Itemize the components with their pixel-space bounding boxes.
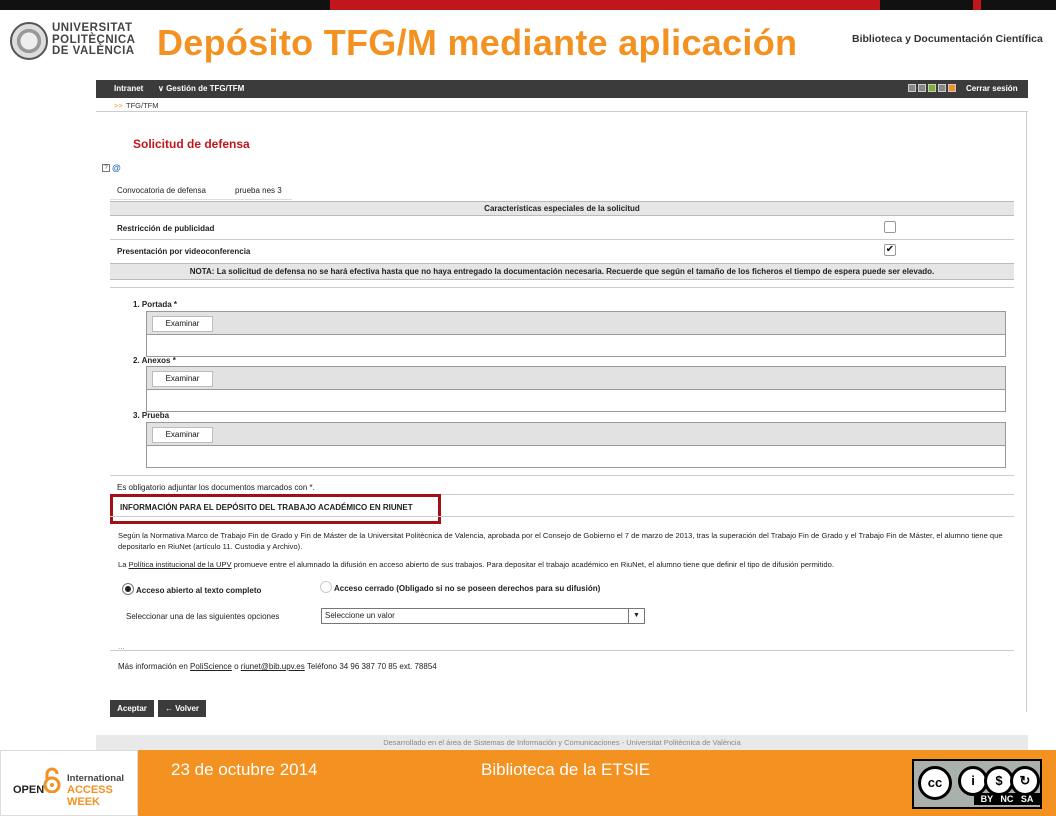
divider [110,650,1014,651]
breadcrumb-item[interactable]: TFG/TFM [126,101,159,110]
divider [110,516,1014,517]
convocatoria-label: Convocatoria de defensa [117,186,206,195]
help-icons: ? @ [102,164,121,173]
toolbar-icon[interactable] [928,84,936,92]
obligatorio-note: Es obligatorio adjuntar los documentos m… [117,483,315,492]
oa-text-line2: ACCESS WEEK [67,784,113,808]
breadcrumb-arrow-icon: >> [114,101,123,110]
open-access-week-logo: OPEN International ACCESS WEEK [0,750,138,816]
more-info: Más información en PoliScience o riunet@… [118,662,437,671]
radio-acceso-abierto-label: Acceso abierto al texto completo [136,586,262,595]
file-label-portada: 1. Portada * [133,300,178,309]
examinar-button[interactable]: Examinar [152,316,213,332]
university-line: DE VALÈNCIA [52,45,135,57]
toolbar-icon[interactable] [938,84,946,92]
top-decor-bar [0,0,1056,10]
riunet-section-title: INFORMACIÓN PARA EL DEPÓSITO DEL TRABAJO… [120,503,413,512]
upv-seal-icon [10,22,48,60]
radio-acceso-cerrado[interactable] [320,581,332,593]
radio-acceso-abierto[interactable] [122,583,134,595]
slide-header: UNIVERSITAT POLITÈCNICA DE VALÈNCIA Depó… [0,10,1056,70]
library-name: Biblioteca de la ETSIE [481,760,651,779]
poliscience-link[interactable]: PoliScience [190,662,232,671]
politica-link[interactable]: Política institucional de la UPV [129,560,232,569]
divider [110,239,1014,240]
scrollbar[interactable] [1026,112,1027,712]
department-name: Biblioteca y Documentación Científica [852,33,1043,45]
nota-banner: NOTA: La solicitud de defensa no se hará… [110,263,1014,280]
app-window: Intranet ∨ Gestión de TFG/TFM Cerrar ses… [96,80,1028,750]
oa-open-text: OPEN [13,784,45,796]
breadcrumb: >> TFG/TFM [96,98,1028,112]
event-date: 23 de octubre 2014 [171,760,318,779]
divider [110,475,1014,476]
nav-gestion-menu[interactable]: ∨ Gestión de TFG/TFM [158,84,244,93]
sa-icon: ↻ [1010,766,1040,796]
oa-text-line1: International [67,773,125,784]
file-name-field[interactable] [146,335,1006,357]
logout-link[interactable]: Cerrar sesión [966,84,1018,93]
difusion-select[interactable]: Seleccione un valor ▼ [321,608,645,624]
open-lock-icon [43,767,61,793]
back-button[interactable]: ← Volver [158,700,206,717]
riunet-paragraph: Según la Normativa Marco de Trabajo Fin … [118,531,1003,551]
email-icon[interactable]: @ [112,164,121,173]
riunet-policy-paragraph: La Política institucional de la UPV prom… [118,560,834,569]
cc-icon: cc [918,766,952,800]
cc-license-label: BY NC SA [974,793,1040,805]
university-line: UNIVERSITAT [52,22,133,34]
cc-license-badge: cc i $ ↻ BY NC SA [912,759,1042,809]
file-name-field[interactable] [146,390,1006,412]
file-name-field[interactable] [146,446,1006,468]
divider [110,287,1014,288]
help-icon[interactable]: ? [102,164,110,172]
toolbar-icon[interactable] [918,84,926,92]
slide-title: Depósito TFG/M mediante aplicación [157,22,798,63]
file-label-prueba: 3. Prueba [133,411,170,420]
convocatoria-value: prueba nes 3 [235,186,282,195]
nav-icon-group [908,84,956,92]
chevron-down-icon[interactable]: ▼ [628,609,644,623]
videoconf-checkbox[interactable]: ✔ [884,244,896,256]
upv-logo: UNIVERSITAT POLITÈCNICA DE VALÈNCIA [10,22,135,64]
restriccion-label: Restricción de publicidad [117,224,215,233]
examinar-button[interactable]: Examinar [152,371,213,387]
file-label-anexos: 2. Anexos * [133,356,176,365]
videoconf-label: Presentación por videoconferencia [117,247,251,256]
caracteristicas-header: Características especiales de la solicit… [110,201,1014,216]
nav-intranet-link[interactable]: Intranet [114,84,143,93]
radio-acceso-cerrado-label: Acceso cerrado (Obligado si no se poseen… [334,584,601,593]
accept-button[interactable]: Aceptar [110,700,154,717]
chevron-down-icon: ∨ [158,84,167,93]
riunet-email-link[interactable]: riunet@bib.upv.es [241,662,305,671]
slide-footer-band: OPEN International ACCESS WEEK 23 de oct… [0,750,1056,816]
toolbar-icon[interactable] [908,84,916,92]
examinar-button[interactable]: Examinar [152,427,213,443]
app-footer: Desarrollado en el área de Sistemas de I… [96,735,1028,750]
restriccion-checkbox[interactable] [884,221,896,233]
page-title: Solicitud de defensa [133,137,250,151]
top-navbar: Intranet ∨ Gestión de TFG/TFM Cerrar ses… [96,80,1028,98]
divider [110,199,292,200]
lock-icon[interactable] [948,84,956,92]
select-label: Seleccionar una de las siguientes opcion… [126,612,280,621]
